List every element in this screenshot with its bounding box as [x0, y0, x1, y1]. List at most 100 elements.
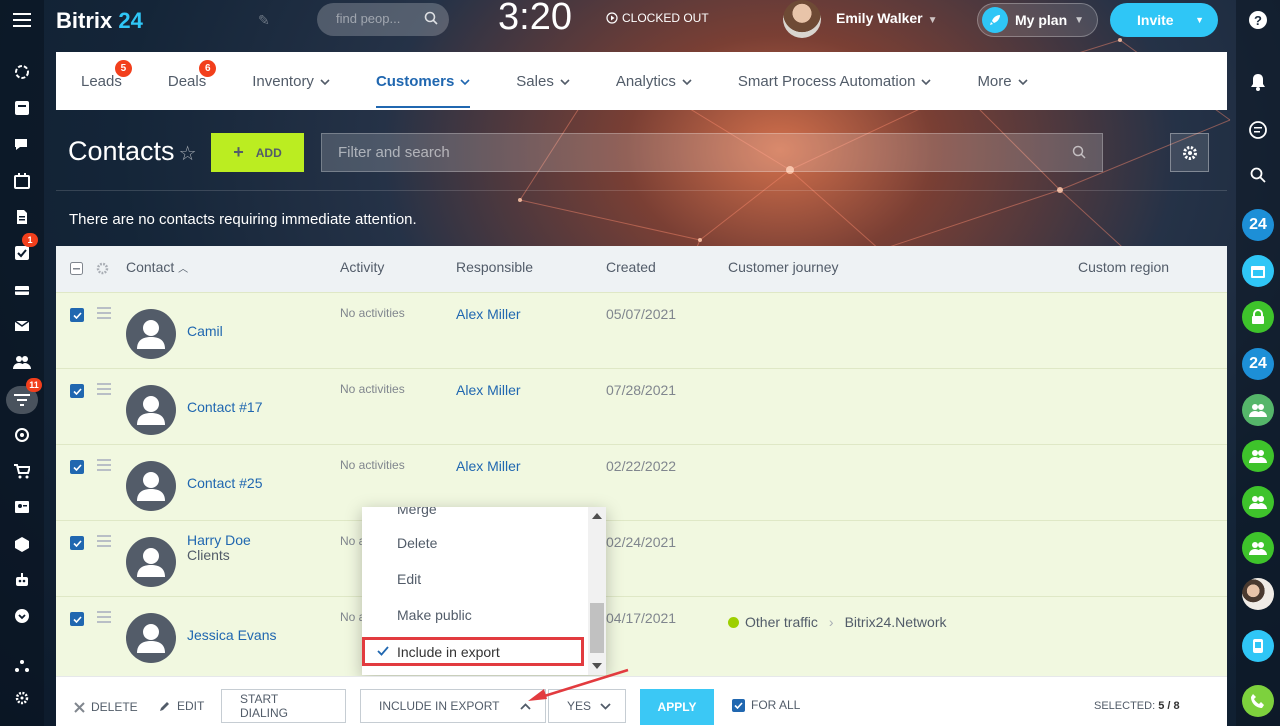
- network-icon[interactable]: [10, 654, 34, 678]
- help-icon[interactable]: ?: [1248, 10, 1268, 30]
- notifications-icon[interactable]: [1248, 72, 1268, 92]
- action-select[interactable]: INCLUDE IN EXPORT: [360, 689, 546, 723]
- drag-handle-icon[interactable]: [97, 611, 111, 626]
- nav-item-customers[interactable]: Customers: [375, 73, 471, 108]
- lock-icon[interactable]: [1242, 301, 1274, 333]
- clock[interactable]: 3:20PM: [498, 0, 593, 39]
- row-checkbox[interactable]: [70, 460, 84, 474]
- phone-icon[interactable]: [1242, 685, 1274, 717]
- chat-list-icon[interactable]: [1248, 120, 1268, 140]
- filter-search-input[interactable]: Filter and search: [321, 133, 1103, 172]
- crm-icon[interactable]: 11: [6, 378, 42, 414]
- robot-icon[interactable]: [10, 568, 34, 592]
- responsible-link[interactable]: Alex Miller: [456, 458, 521, 474]
- more-icon[interactable]: [10, 604, 34, 628]
- settings-button[interactable]: [1170, 133, 1209, 172]
- shop-icon[interactable]: [10, 459, 34, 483]
- responsible-link[interactable]: Alex Miller: [456, 382, 521, 398]
- apply-button[interactable]: APPLY: [640, 689, 714, 725]
- bitrix24-icon[interactable]: 24: [1242, 348, 1274, 380]
- logo[interactable]: Bitrix 24: [56, 8, 143, 34]
- tasks-icon[interactable]: 1: [10, 233, 38, 265]
- col-customer-journey[interactable]: Customer journey: [728, 259, 839, 275]
- activity-status[interactable]: No activities: [340, 306, 405, 320]
- drag-handle-icon[interactable]: [97, 383, 111, 398]
- row-checkbox[interactable]: [70, 612, 84, 626]
- table-row[interactable]: Contact #17 No activities Alex Miller 07/28…: [56, 368, 1227, 444]
- menu-item-include-in-export[interactable]: Include in export: [362, 637, 584, 666]
- nav-item-sales[interactable]: Sales: [516, 73, 570, 90]
- contact-name-link[interactable]: Contact #25: [187, 475, 263, 491]
- col-activity[interactable]: Activity: [340, 259, 384, 275]
- documents-icon[interactable]: [10, 205, 34, 229]
- nav-item-analytics[interactable]: Analytics: [616, 73, 692, 90]
- group-icon[interactable]: [1242, 486, 1274, 518]
- contact-center-icon[interactable]: [10, 495, 34, 519]
- group-icon[interactable]: [1242, 440, 1274, 472]
- mail-icon[interactable]: [10, 314, 34, 338]
- add-button[interactable]: + ADD: [211, 133, 304, 172]
- drag-handle-icon[interactable]: [97, 307, 111, 322]
- clock-status[interactable]: CLOCKED OUT: [606, 11, 709, 25]
- groups-icon[interactable]: [10, 350, 34, 374]
- row-checkbox[interactable]: [70, 384, 84, 398]
- edit-pencil-icon[interactable]: ✎: [258, 12, 270, 29]
- feed-icon[interactable]: [10, 96, 34, 120]
- marketing-icon[interactable]: [10, 423, 34, 447]
- menu-item-merge[interactable]: Merge: [397, 507, 437, 517]
- user-avatar-icon[interactable]: [1242, 578, 1274, 610]
- row-checkbox[interactable]: [70, 308, 84, 322]
- col-contact[interactable]: Contact ︿: [126, 259, 188, 275]
- invite-button[interactable]: Invite ▼: [1110, 3, 1218, 37]
- nav-item-more[interactable]: More: [977, 73, 1028, 90]
- bitrix24-icon[interactable]: 24: [1242, 209, 1274, 241]
- activity-status[interactable]: No activities: [340, 382, 405, 396]
- contact-name-link[interactable]: Jessica Evans: [187, 627, 276, 643]
- col-responsible[interactable]: Responsible: [456, 259, 533, 275]
- search-icon[interactable]: [1248, 165, 1268, 185]
- user-menu[interactable]: Emily Walker ▼: [836, 10, 938, 26]
- contact-name-link[interactable]: Contact #17: [187, 399, 263, 415]
- start-dialing-button[interactable]: START DIALING: [221, 689, 346, 723]
- responsible-link[interactable]: Alex Miller: [456, 306, 521, 322]
- col-custom-region[interactable]: Custom region: [1078, 259, 1169, 275]
- delete-button[interactable]: DELETE: [74, 700, 138, 714]
- table-row[interactable]: Harry Doe Clients No a 02/24/2021: [56, 520, 1227, 596]
- menu-item-delete[interactable]: Delete: [397, 535, 437, 551]
- select-all-checkbox[interactable]: [70, 262, 83, 275]
- nav-item-smart-process-automation[interactable]: Smart Process Automation: [738, 73, 932, 90]
- nav-item-deals[interactable]: Deals 6: [168, 59, 217, 90]
- contact-name-link[interactable]: Harry Doe: [187, 532, 251, 548]
- calendar-icon[interactable]: [10, 169, 34, 193]
- contact-name-link[interactable]: Camil: [187, 323, 223, 339]
- row-checkbox[interactable]: [70, 536, 84, 550]
- drive-icon[interactable]: [10, 278, 34, 302]
- menu-item-make-public[interactable]: Make public: [397, 607, 472, 623]
- table-row[interactable]: Contact #25 No activities Alex Miller 02/22…: [56, 444, 1227, 520]
- table-row[interactable]: Camil No activities Alex Miller 05/07/2021: [56, 292, 1227, 368]
- nav-item-inventory[interactable]: Inventory: [252, 73, 330, 90]
- group-icon[interactable]: [1242, 532, 1274, 564]
- phone-transfer-icon[interactable]: [1242, 630, 1274, 662]
- drag-handle-icon[interactable]: [97, 535, 111, 550]
- nav-item-leads[interactable]: Leads 5: [81, 59, 132, 90]
- chat-icon[interactable]: [10, 133, 34, 157]
- user-avatar[interactable]: [783, 0, 821, 38]
- search-icon[interactable]: [1072, 145, 1086, 163]
- my-plan-button[interactable]: My plan ▼: [977, 3, 1098, 37]
- col-created[interactable]: Created: [606, 259, 656, 275]
- for-all-checkbox[interactable]: FOR ALL: [732, 698, 800, 712]
- menu-item-edit[interactable]: Edit: [397, 571, 421, 587]
- column-settings-icon[interactable]: [96, 262, 109, 275]
- activity-status[interactable]: No activities: [340, 458, 405, 472]
- star-icon[interactable]: ☆: [179, 143, 197, 165]
- settings-icon[interactable]: [10, 686, 34, 710]
- inventory-icon[interactable]: [10, 532, 34, 556]
- calendar-icon[interactable]: [1242, 255, 1274, 287]
- drag-handle-icon[interactable]: [97, 459, 111, 474]
- edit-button[interactable]: EDIT: [158, 699, 204, 713]
- global-search-input[interactable]: find peop...: [317, 3, 449, 36]
- group-icon[interactable]: [1242, 394, 1274, 426]
- menu-scrollbar[interactable]: [588, 507, 606, 675]
- sites-icon[interactable]: [10, 60, 34, 84]
